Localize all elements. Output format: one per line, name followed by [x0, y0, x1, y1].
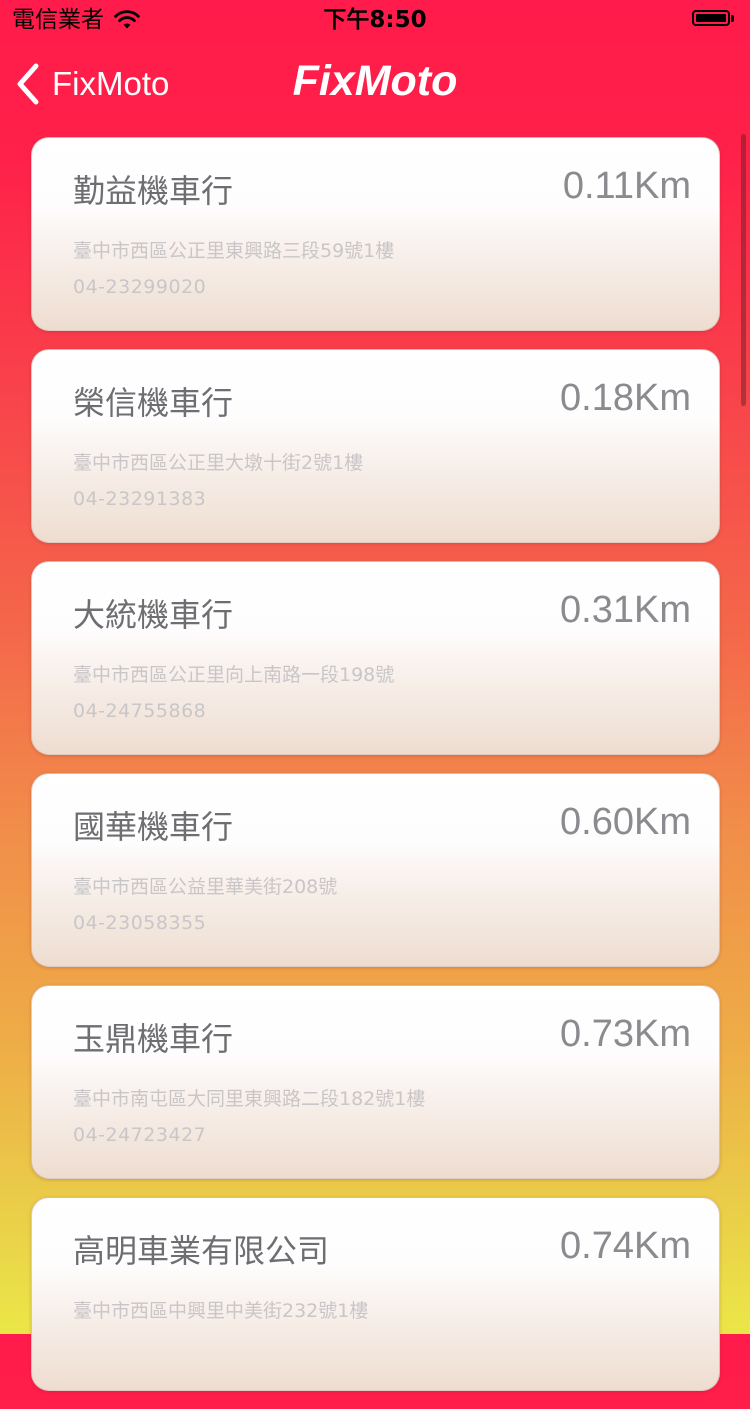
shop-address: 臺中市西區中興里中美街232號1樓 [73, 1300, 369, 1322]
shop-name: 國華機車行 [73, 808, 234, 846]
shop-card[interactable]: 玉鼎機車行 0.73Km 臺中市南屯區大同里東興路二段182號1樓 04-247… [31, 985, 720, 1179]
shop-card[interactable]: 勤益機車行 0.11Km 臺中市西區公正里東興路三段59號1樓 04-23299… [31, 137, 720, 331]
shop-name: 榮信機車行 [73, 384, 234, 422]
shop-distance: 0.60Km [560, 801, 691, 843]
shop-list: 勤益機車行 0.11Km 臺中市西區公正里東興路三段59號1樓 04-23299… [31, 137, 720, 1409]
shop-name: 勤益機車行 [73, 172, 234, 210]
shop-phone: 04-24755868 [73, 700, 207, 722]
shop-card[interactable]: 高明車業有限公司 0.74Km 臺中市西區中興里中美街232號1樓 [31, 1197, 720, 1391]
shop-phone: 04-23058355 [73, 912, 207, 934]
shop-distance: 0.11Km [562, 165, 691, 207]
shop-name: 高明車業有限公司 [73, 1232, 330, 1270]
status-time: 下午8:50 [323, 7, 427, 33]
shop-card[interactable]: 國華機車行 0.60Km 臺中市西區公益里華美街208號 04-23058355 [31, 773, 720, 967]
shop-card[interactable]: 大統機車行 0.31Km 臺中市西區公正里向上南路一段198號 04-24755… [31, 561, 720, 755]
shop-address: 臺中市西區公正里東興路三段59號1樓 [73, 240, 395, 262]
shop-phone: 04-24723427 [73, 1124, 207, 1146]
shop-address: 臺中市西區公正里向上南路一段198號 [73, 664, 395, 686]
shop-address: 臺中市西區公正里大墩十街2號1樓 [73, 452, 364, 474]
shop-name: 玉鼎機車行 [73, 1020, 234, 1058]
shop-distance: 0.74Km [560, 1225, 691, 1267]
navigation-bar: FixMoto FixMoto [0, 40, 750, 128]
shop-address: 臺中市南屯區大同里東興路二段182號1樓 [73, 1088, 426, 1110]
status-bar: 電信業者 下午8:50 [0, 0, 750, 40]
shop-phone: 04-23299020 [73, 276, 207, 298]
page-title: FixMoto [292, 57, 458, 105]
shop-distance: 0.31Km [560, 589, 691, 631]
shop-distance: 0.73Km [560, 1013, 691, 1055]
shop-card[interactable]: 榮信機車行 0.18Km 臺中市西區公正里大墩十街2號1樓 04-2329138… [31, 349, 720, 543]
shop-address: 臺中市西區公益里華美街208號 [73, 876, 338, 898]
scrollbar[interactable] [741, 134, 746, 406]
shop-distance: 0.18Km [560, 377, 691, 419]
battery-icon [692, 10, 736, 28]
shop-name: 大統機車行 [73, 596, 234, 634]
shop-phone: 04-23291383 [73, 488, 207, 510]
